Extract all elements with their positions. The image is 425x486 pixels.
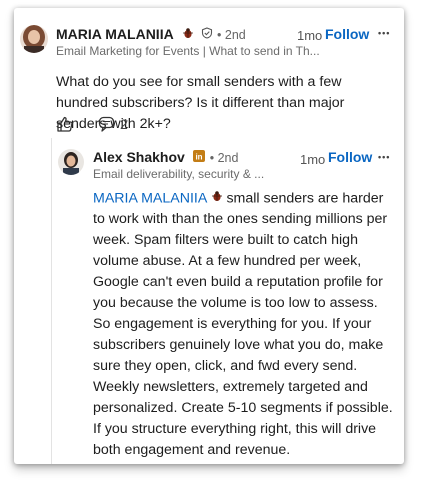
comment-thread-card: MARIA MALANIIA • 2nd 1mo Follow ••• Emai… <box>14 8 404 464</box>
author-headline: Email Marketing for Events | What to sen… <box>56 44 320 58</box>
comment-icon <box>98 116 116 132</box>
more-options-button[interactable]: ••• <box>378 28 390 38</box>
connection-degree: • 2nd <box>217 28 246 43</box>
reply1-paragraph-1: MARIA MALANIIA small senders are harder … <box>93 188 399 314</box>
more-options-button[interactable]: ••• <box>378 152 390 162</box>
like-icon <box>56 116 74 137</box>
avatar-alex[interactable] <box>58 149 84 175</box>
follow-button[interactable]: Follow <box>325 26 369 42</box>
reply1-header: Alex Shakhov in • 2nd <box>93 149 303 167</box>
reply1-paragraph-3: If you structure everything right, this … <box>93 421 377 458</box>
verified-shield-icon <box>201 26 213 44</box>
comment-count: 2 <box>120 116 128 132</box>
thread-line <box>51 138 52 464</box>
like-button[interactable] <box>56 115 74 138</box>
svg-text:in: in <box>196 152 203 161</box>
reply1-time: 1mo <box>300 152 326 167</box>
comment-count-button[interactable]: 2 <box>98 116 128 132</box>
reply-text: small senders are harder to work with th… <box>93 190 388 312</box>
bug-icon <box>182 26 194 44</box>
linkedin-in-badge-icon: in <box>193 149 206 167</box>
follow-button[interactable]: Follow <box>328 149 372 165</box>
author-headline: Email deliverability, security & ... <box>93 167 265 181</box>
reply1-paragraph-2: So engagement is everything for you. If … <box>93 316 393 416</box>
comment1-time: 1mo <box>297 28 323 43</box>
author-name[interactable]: Alex Shakhov <box>93 149 185 165</box>
mention-link[interactable]: MARIA MALANIIA <box>93 190 207 206</box>
connection-degree: • 2nd <box>209 151 239 166</box>
avatar-maria[interactable] <box>20 25 48 53</box>
author-name[interactable]: MARIA MALANIIA <box>56 26 174 42</box>
bug-icon <box>211 188 223 209</box>
